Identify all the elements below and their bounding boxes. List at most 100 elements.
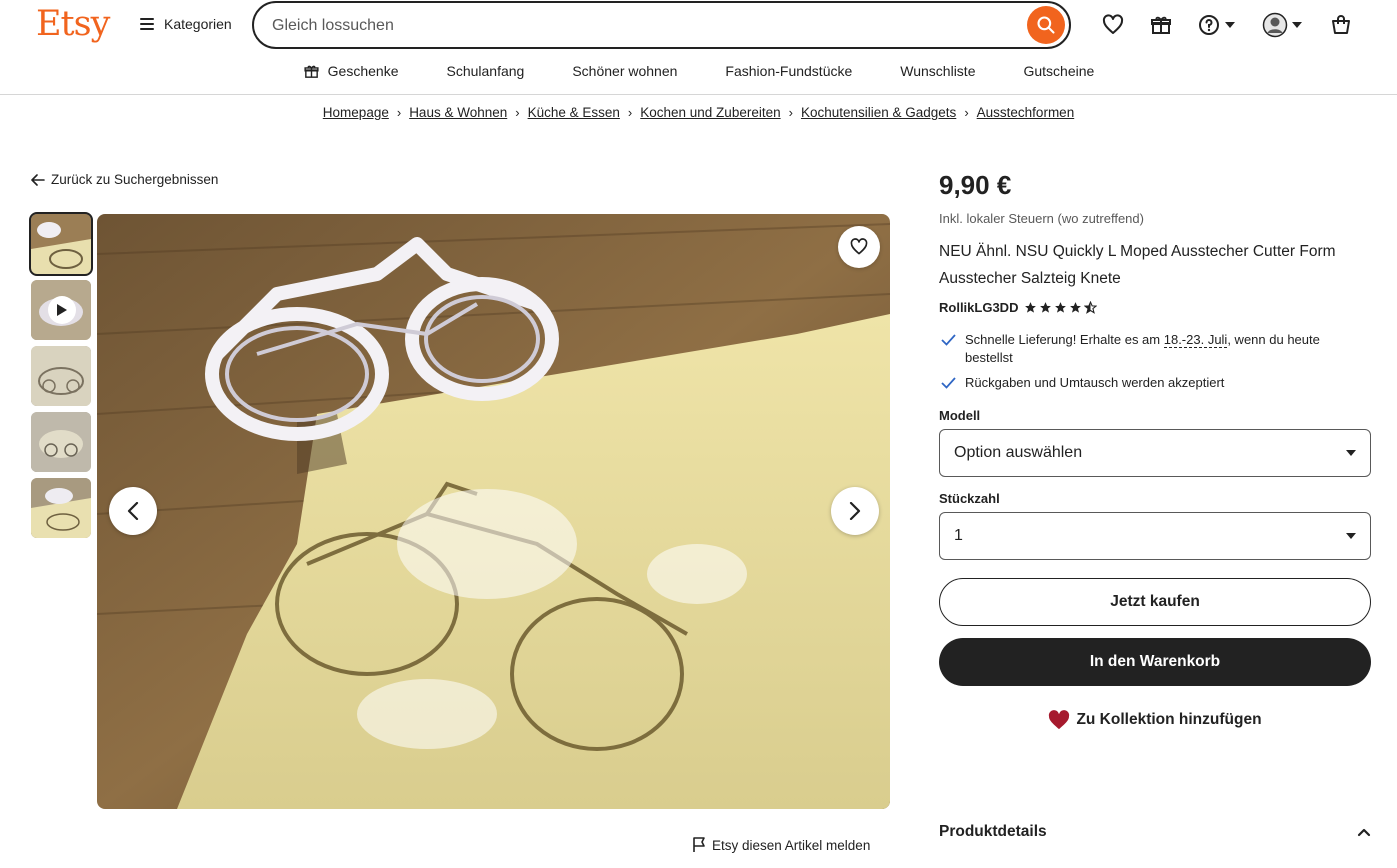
thumbnail-1[interactable] — [29, 212, 93, 276]
chevron-right-icon — [849, 502, 861, 520]
report-label: Etsy diesen Artikel melden — [712, 837, 871, 853]
breadcrumb-link[interactable]: Kochen und Zubereiten — [640, 105, 780, 120]
flag-icon — [693, 837, 705, 852]
star-icon — [1040, 302, 1052, 313]
thumbnail-list — [29, 212, 93, 544]
chevron-left-icon — [127, 502, 139, 520]
chevron-down-icon — [1346, 450, 1356, 456]
favorites-button[interactable] — [1101, 11, 1125, 39]
delivery-date[interactable]: 18.-23. Juli — [1163, 332, 1228, 348]
chevron-right-icon: › — [515, 105, 520, 120]
arrow-left-icon — [31, 173, 45, 186]
nav-item-label: Geschenke — [327, 63, 399, 79]
rating-stars[interactable] — [1024, 301, 1098, 314]
shop-name-link[interactable]: RollikLG3DD — [939, 300, 1018, 315]
product-image[interactable] — [97, 214, 890, 809]
nav-item-schoener-wohnen[interactable]: Schöner wohnen — [548, 60, 701, 82]
add-to-cart-button[interactable]: In den Warenkorb — [939, 638, 1371, 686]
nav-item-fashion[interactable]: Fashion-Fundstücke — [701, 60, 876, 82]
product-title: NEU Ähnl. NSU Quickly L Moped Ausstecher… — [939, 243, 1336, 287]
add-to-collection-button[interactable]: Zu Kollektion hinzufügen — [939, 710, 1371, 730]
etsy-logo[interactable]: Etsy — [36, 4, 110, 44]
account-icon — [1262, 12, 1288, 38]
previous-image-button[interactable] — [109, 487, 157, 535]
back-label: Zurück zu Suchergebnissen — [51, 172, 219, 187]
thumbnail-3[interactable] — [31, 346, 91, 406]
shop-info: RollikLG3DD — [939, 300, 1371, 315]
add-to-collection-label: Zu Kollektion hinzufügen — [1076, 711, 1262, 728]
tax-note: Inkl. lokaler Steuern (wo zutreffend) — [939, 211, 1144, 226]
search-icon — [1037, 16, 1055, 34]
gift-icon — [1151, 16, 1171, 34]
returns-text: Rückgaben und Umtausch werden akzeptiert — [965, 375, 1225, 390]
categories-label: Kategorien — [164, 16, 232, 32]
nav-item-gutscheine[interactable]: Gutscheine — [999, 60, 1118, 82]
search-button[interactable] — [1027, 6, 1065, 44]
chevron-down-icon — [1292, 22, 1302, 28]
star-icon — [1055, 302, 1067, 313]
help-icon — [1199, 15, 1219, 35]
thumbnail-4[interactable] — [31, 412, 91, 472]
next-image-button[interactable] — [831, 487, 879, 535]
account-button[interactable] — [1262, 11, 1302, 39]
nav-item-geschenke[interactable]: Geschenke — [279, 60, 423, 82]
breadcrumb-link[interactable]: Kochutensilien & Gadgets — [801, 105, 956, 120]
breadcrumb-link[interactable]: Küche & Essen — [528, 105, 620, 120]
star-icon — [1070, 302, 1082, 313]
quantity-label: Stückzahl — [939, 491, 1000, 506]
chevron-right-icon: › — [396, 105, 402, 120]
product-price: 9,90 € — [939, 170, 1012, 200]
play-icon — [48, 296, 76, 324]
product-info-panel: 9,90 € Inkl. lokaler Steuern (wo zutreff… — [939, 170, 1371, 730]
breadcrumb-link[interactable]: Haus & Wohnen — [409, 105, 507, 120]
quantity-select-value: 1 — [954, 527, 963, 544]
chevron-down-icon — [1346, 533, 1356, 539]
checkmark-icon — [941, 331, 957, 367]
menu-icon — [140, 18, 154, 30]
thumbnail-video[interactable] — [31, 280, 91, 340]
heart-icon — [1102, 14, 1124, 34]
chevron-down-icon — [1225, 22, 1235, 28]
cart-icon — [1332, 15, 1350, 34]
feature-fast-delivery: Schnelle Lieferung! Erhalte es am 18.-23… — [939, 331, 1371, 367]
breadcrumb-link[interactable]: Homepage — [323, 105, 389, 120]
breadcrumb: Homepage › Haus & Wohnen › Küche & Essen… — [0, 105, 1397, 120]
delivery-text-prefix: Schnelle Lieferung! Erhalte es am — [965, 332, 1164, 347]
breadcrumb-link[interactable]: Ausstechformen — [977, 105, 1075, 120]
buy-now-button[interactable]: Jetzt kaufen — [939, 578, 1371, 626]
thumbnail-image — [31, 214, 91, 274]
quantity-select[interactable]: 1 — [939, 512, 1371, 560]
nav-item-wunschliste[interactable]: Wunschliste — [876, 60, 999, 82]
product-details-toggle[interactable]: Produktdetails — [939, 823, 1371, 841]
site-header: Etsy Kategorien Geschenke Schulanfang Sc… — [0, 0, 1397, 95]
chevron-right-icon: › — [627, 105, 633, 120]
chevron-right-icon: › — [964, 105, 969, 120]
feature-returns: Rückgaben und Umtausch werden akzeptiert — [939, 374, 1371, 394]
back-to-results-link[interactable]: Zurück zu Suchergebnissen — [31, 172, 218, 187]
star-half-icon — [1084, 301, 1098, 314]
help-button[interactable] — [1197, 11, 1235, 39]
thumbnail-5[interactable] — [31, 478, 91, 538]
categories-button[interactable]: Kategorien — [140, 16, 232, 32]
report-item-link[interactable]: Etsy diesen Artikel melden — [692, 837, 870, 853]
model-select-value: Option auswählen — [954, 444, 1083, 461]
search-input[interactable] — [272, 13, 1012, 39]
star-icon — [1025, 302, 1037, 313]
chevron-right-icon: › — [788, 105, 793, 120]
cart-button[interactable] — [1329, 11, 1353, 39]
chevron-up-icon — [1357, 828, 1371, 837]
search-bar — [252, 1, 1071, 49]
model-label: Modell — [939, 408, 981, 423]
favorite-item-button[interactable] — [838, 226, 880, 268]
thumbnail-image — [31, 478, 91, 538]
product-details-label: Produktdetails — [939, 823, 1047, 840]
product-photo — [97, 214, 890, 809]
nav-item-schulanfang[interactable]: Schulanfang — [423, 60, 549, 82]
gift-icon — [304, 65, 319, 78]
checkmark-icon — [941, 374, 957, 394]
heart-filled-icon — [1049, 710, 1070, 730]
thumbnail-image — [31, 346, 91, 406]
gifts-button[interactable] — [1149, 11, 1173, 39]
category-nav: Geschenke Schulanfang Schöner wohnen Fas… — [0, 60, 1397, 82]
model-select[interactable]: Option auswählen — [939, 429, 1371, 477]
